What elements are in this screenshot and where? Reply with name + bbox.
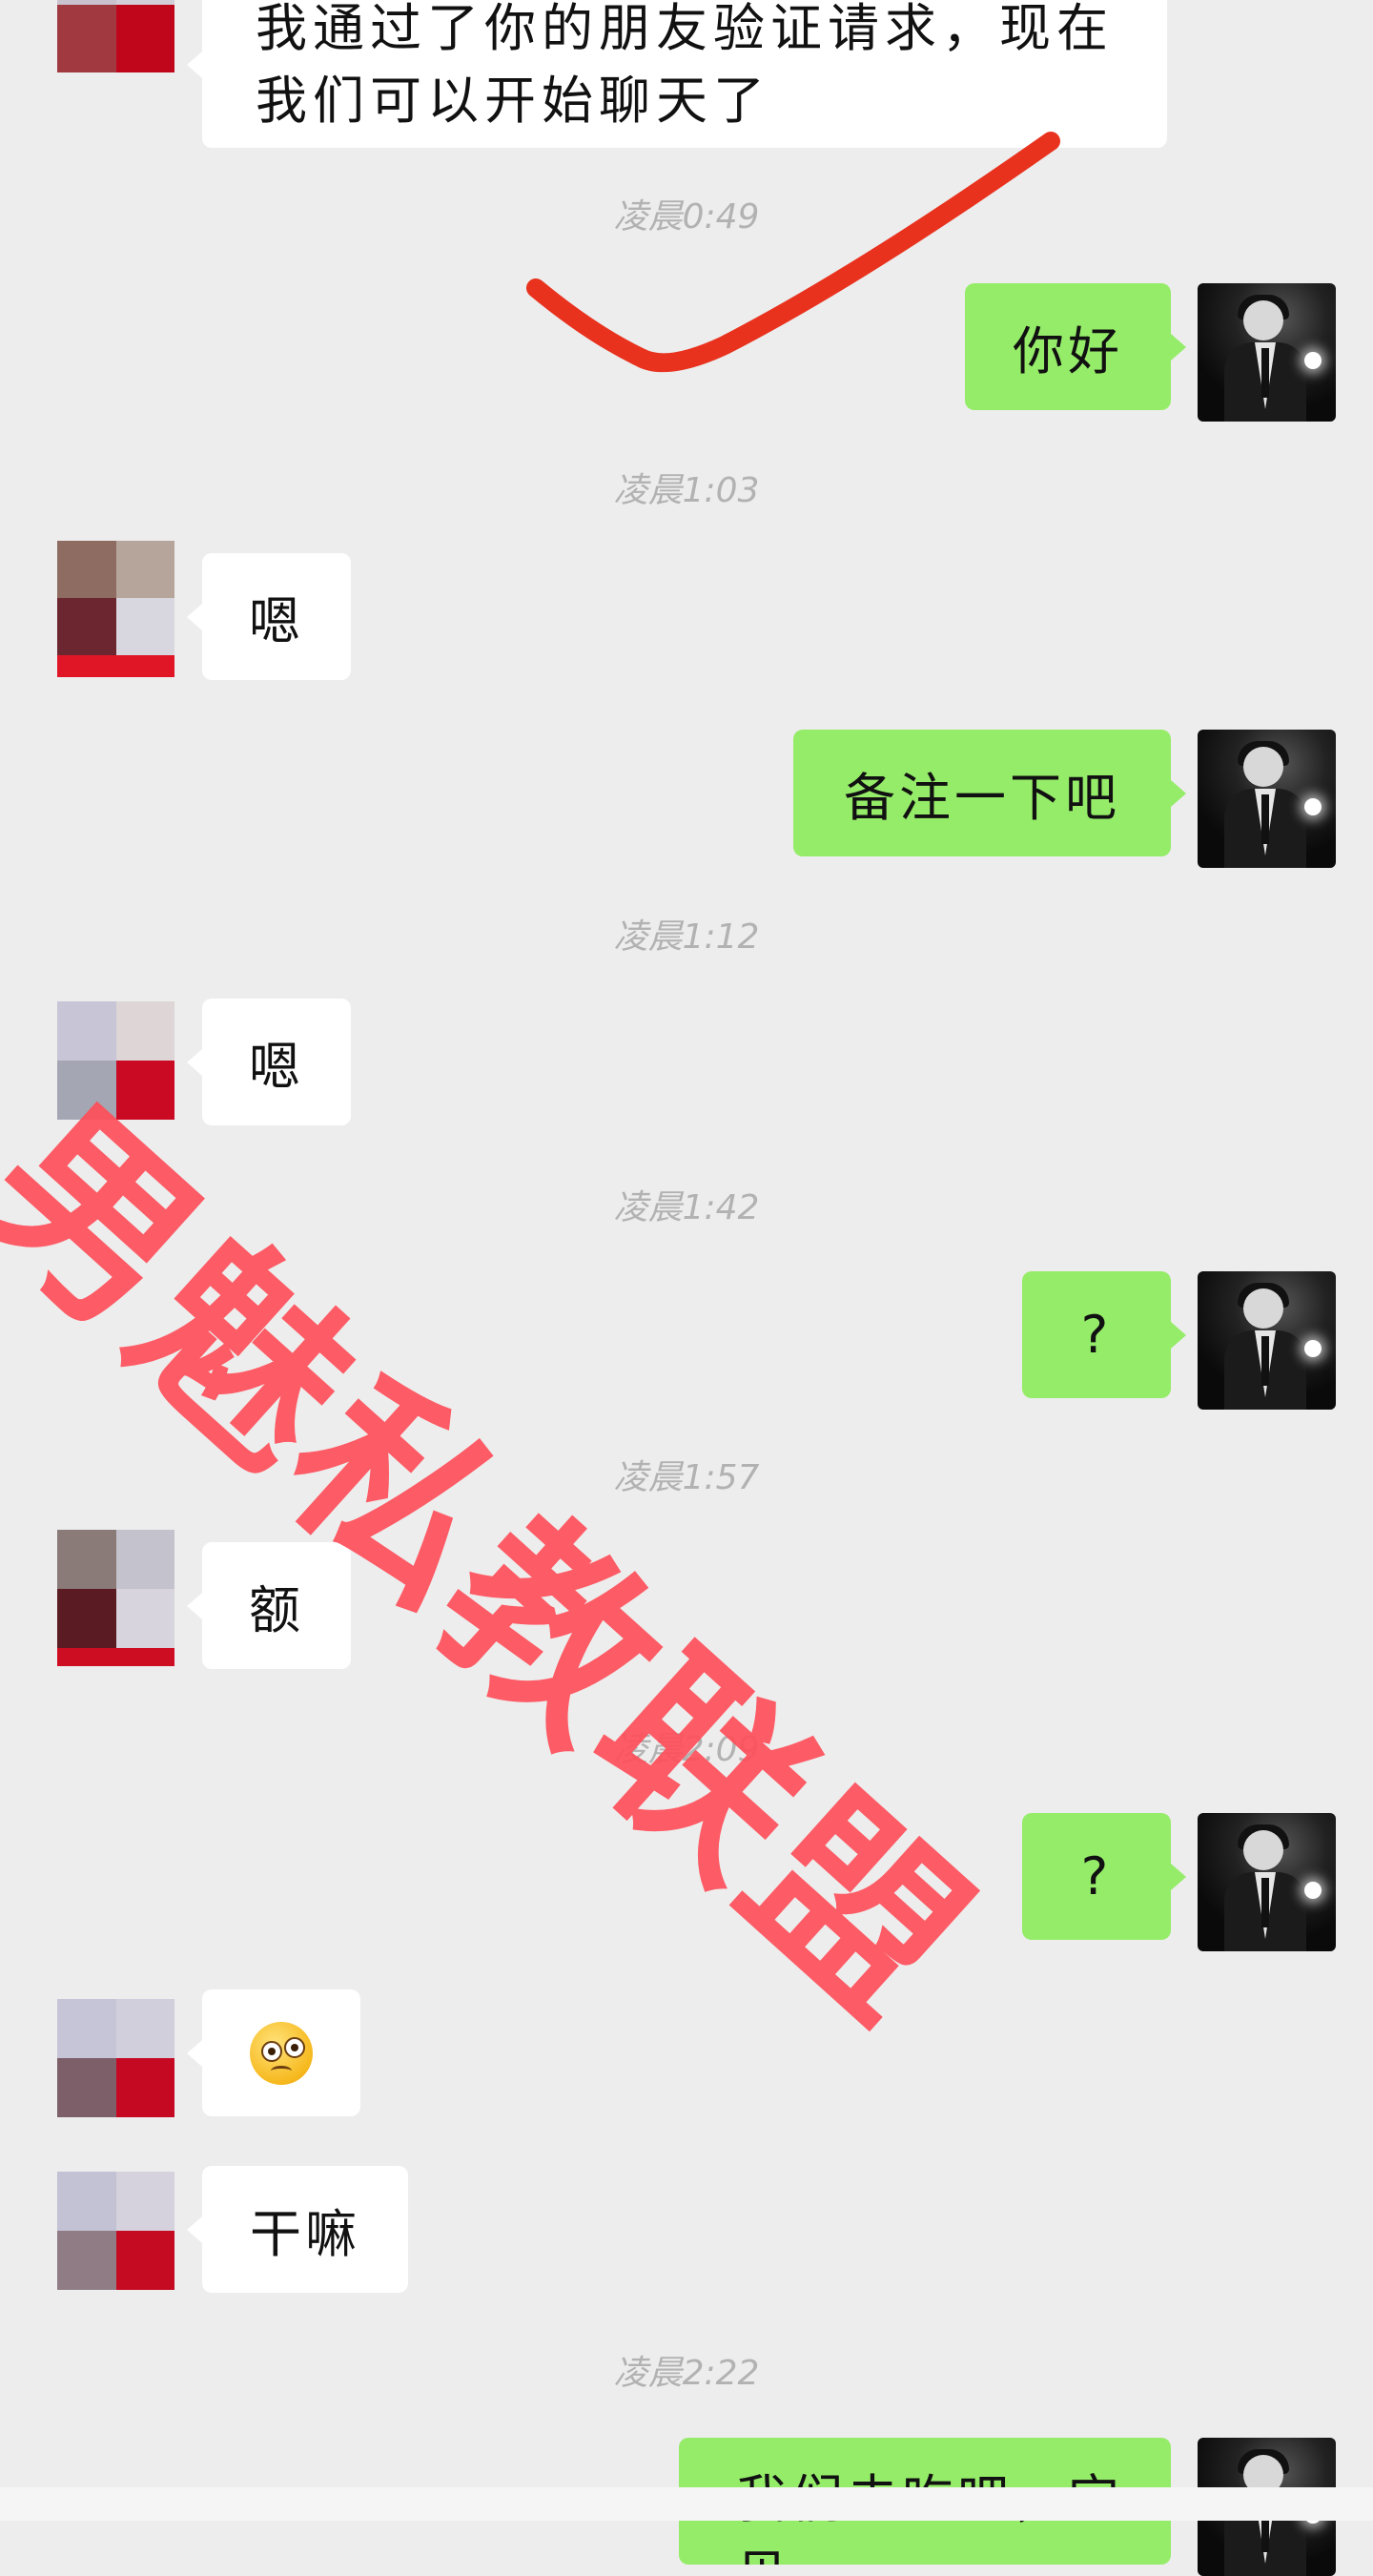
- contact-avatar[interactable]: [57, 1530, 174, 1666]
- timestamp: 凌晨1:03: [613, 471, 760, 510]
- message-text: 嗯: [249, 1037, 304, 1097]
- contact-avatar[interactable]: [57, 0, 174, 72]
- contact-avatar[interactable]: [57, 2172, 174, 2290]
- message-text: ?: [1080, 1846, 1113, 1906]
- message-text: ?: [1080, 1305, 1113, 1365]
- timestamp: 凌晨0:49: [613, 197, 760, 237]
- message-text: 额: [249, 1580, 304, 1640]
- message-bubble-outgoing[interactable]: ?: [1022, 1813, 1186, 1940]
- message-text: 你好: [1013, 321, 1123, 381]
- message-text: 嗯: [249, 591, 304, 651]
- my-avatar[interactable]: [1198, 283, 1336, 422]
- message-bubble-incoming[interactable]: 我通过了你的朋友验证请求，现在我们可以开始聊天了: [187, 0, 1167, 148]
- message-bubble-incoming[interactable]: 嗯: [187, 999, 351, 1125]
- message-bubble-incoming[interactable]: 嗯: [187, 553, 351, 680]
- my-avatar[interactable]: [1198, 1813, 1336, 1951]
- bottom-input-bar: [0, 2487, 1373, 2521]
- message-text: 干嘛: [250, 2204, 360, 2264]
- timestamp: 凌晨1:12: [613, 917, 760, 957]
- message-text: 备注一下吧: [844, 768, 1120, 828]
- message-bubble-outgoing[interactable]: ?: [1022, 1271, 1186, 1398]
- my-avatar[interactable]: [1198, 1271, 1336, 1410]
- message-bubble-incoming[interactable]: 干嘛: [187, 2166, 408, 2293]
- my-avatar[interactable]: [1198, 730, 1336, 868]
- timestamp: 凌晨2:22: [613, 2354, 760, 2393]
- message-bubble-incoming[interactable]: [187, 1989, 360, 2116]
- message-bubble-outgoing[interactable]: 你好: [965, 283, 1186, 410]
- woozy-face-emoji-icon: [250, 2021, 313, 2085]
- message-bubble-outgoing[interactable]: 备注一下吧: [793, 730, 1186, 856]
- message-text: 我通过了你的朋友验证请求，现在我们可以开始聊天了: [256, 0, 1114, 131]
- contact-avatar[interactable]: [57, 1999, 174, 2117]
- chat-window: 我通过了你的朋友验证请求，现在我们可以开始聊天了 凌晨0:49 你好 凌晨1:0…: [0, 0, 1373, 2576]
- contact-avatar[interactable]: [57, 541, 174, 677]
